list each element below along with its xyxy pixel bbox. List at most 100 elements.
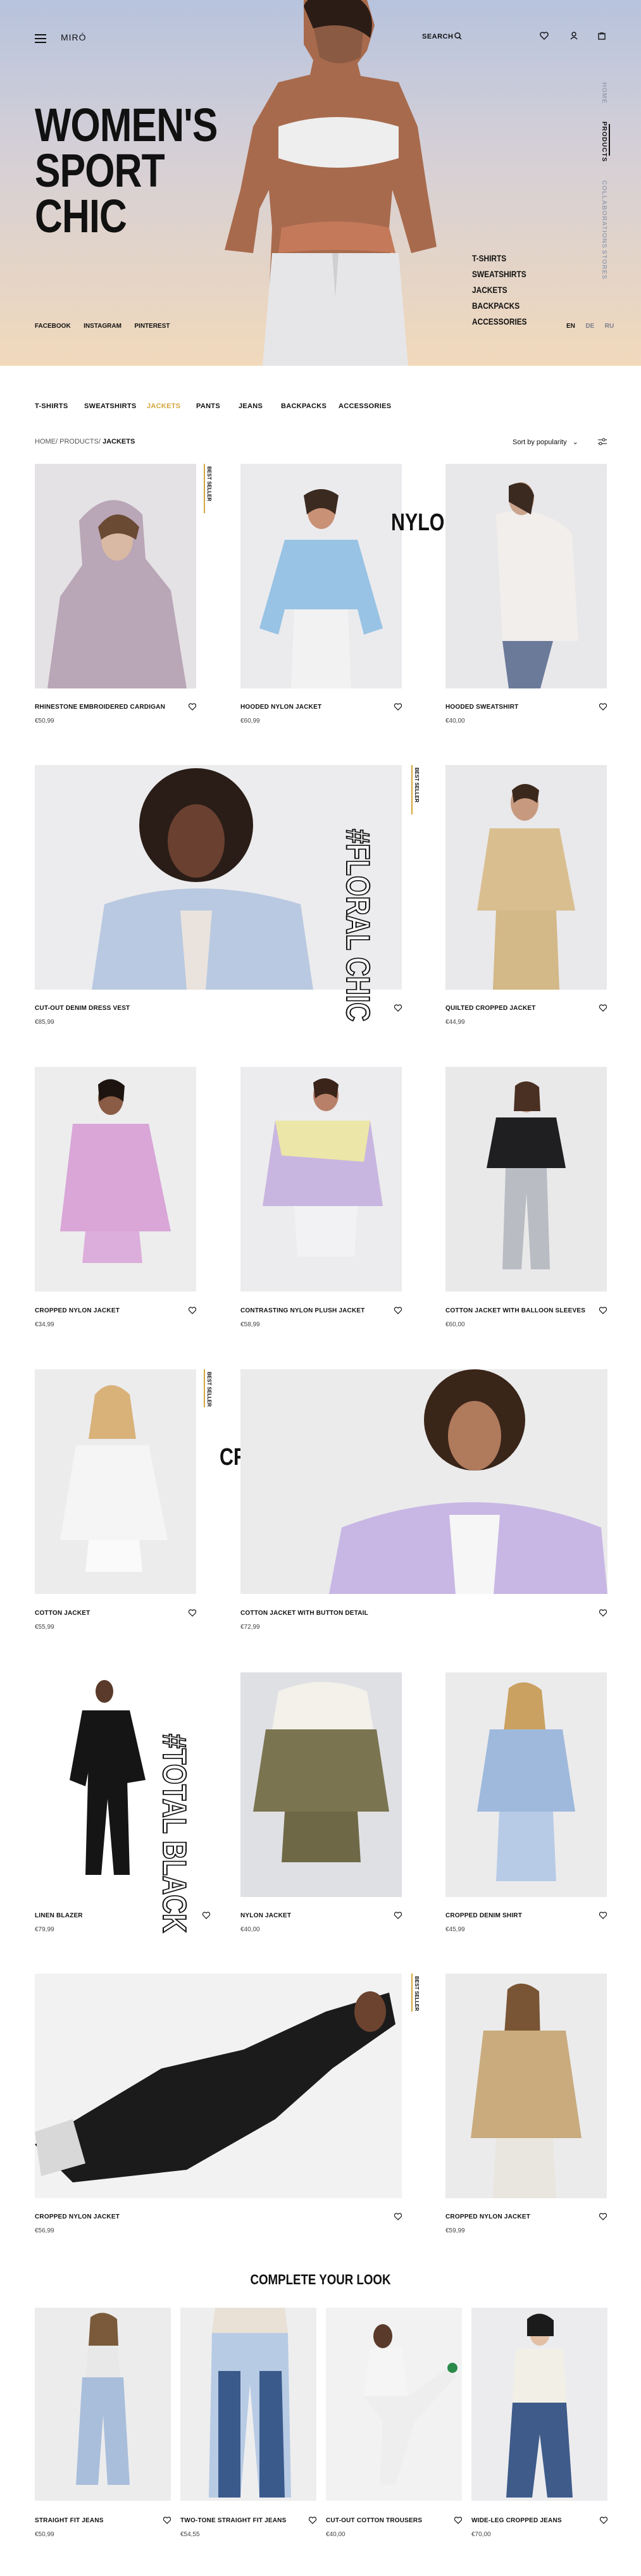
menu-icon[interactable] <box>35 34 46 46</box>
instagram-link[interactable]: INSTAGRAM <box>84 323 121 330</box>
product-name[interactable]: RHINESTONE EMBROIDERED CARDIGAN <box>35 704 165 711</box>
product-price: €50,99 <box>35 2531 54 2538</box>
side-nav-collaborations[interactable]: COLLABORATIONS <box>601 180 607 249</box>
tab-accessories[interactable]: ACCESSORIES <box>339 402 391 410</box>
hero-category-backpacks[interactable]: BACKPACKS <box>472 298 527 314</box>
product-image[interactable] <box>35 1067 196 1291</box>
product-price: €60,99 <box>240 718 260 725</box>
tab-jackets[interactable]: JACKETS <box>147 402 180 410</box>
product-name[interactable]: CROPPED NYLON JACKET <box>445 2213 530 2220</box>
product-image[interactable] <box>240 464 402 688</box>
wishlist-heart-icon[interactable] <box>599 2213 607 2220</box>
product-image[interactable] <box>445 1974 607 2198</box>
product-name[interactable]: HOODED SWEATSHIRT <box>445 704 518 711</box>
product-price: €60,00 <box>445 1321 465 1328</box>
product-name[interactable]: LINEN BLAZER <box>35 1912 83 1919</box>
promo-word-floral-chic: #FLORAL CHIC <box>339 828 377 1022</box>
best-seller-badge: BEST SELLER <box>204 464 213 513</box>
product-name[interactable]: NYLON JACKET <box>240 1912 291 1919</box>
product-image[interactable] <box>35 1369 196 1594</box>
wishlist-heart-icon[interactable] <box>454 2517 462 2524</box>
wishlist-heart-icon[interactable] <box>599 703 607 711</box>
complete-look-image[interactable] <box>471 2308 607 2501</box>
product-name[interactable]: HOODED NYLON JACKET <box>240 704 321 711</box>
product-name[interactable]: CROPPED NYLON JACKET <box>35 1307 120 1314</box>
tab-sweatshirts[interactable]: SWEATSHIRTS <box>84 402 137 410</box>
tab-tshirts[interactable]: T-SHIRTS <box>35 402 68 410</box>
search-label[interactable]: SEARCH <box>422 33 453 40</box>
product-name[interactable]: CROPPED DENIM SHIRT <box>445 1912 522 1919</box>
user-icon[interactable] <box>570 32 578 40</box>
hero-title-line: CHIC <box>35 190 127 242</box>
product-name[interactable]: WIDE-LEG CROPPED JEANS <box>471 2517 562 2524</box>
product-image[interactable] <box>445 765 607 990</box>
wishlist-heart-icon[interactable] <box>189 1307 196 1314</box>
facebook-link[interactable]: FACEBOOK <box>35 323 71 330</box>
hero-category-tshirts[interactable]: T-SHIRTS <box>472 251 527 266</box>
complete-look-image[interactable] <box>180 2308 316 2501</box>
wishlist-heart-icon[interactable] <box>394 1307 402 1314</box>
product-image[interactable] <box>240 1672 402 1897</box>
product-name[interactable]: CONTRASTING NYLON PLUSH JACKET <box>240 1307 365 1314</box>
product-name[interactable]: COTTON JACKET WITH BALLOON SLEEVES <box>445 1307 585 1314</box>
hero-category-sweatshirts[interactable]: SWEATSHIRTS <box>472 266 527 282</box>
side-nav-products[interactable]: PRODUCTS <box>601 121 607 162</box>
promo-word-total-black: #TOTAL BLACK <box>155 1733 193 1933</box>
lang-en[interactable]: EN <box>566 323 575 330</box>
product-name[interactable]: STRAIGHT FIT JEANS <box>35 2517 104 2524</box>
wishlist-heart-icon[interactable] <box>394 703 402 711</box>
product-name[interactable]: COTTON JACKET <box>35 1610 90 1617</box>
lang-ru[interactable]: RU <box>605 323 614 330</box>
filter-icon[interactable] <box>598 438 607 445</box>
breadcrumb-current: JACKETS <box>102 438 135 445</box>
product-name[interactable]: CROPPED NYLON JACKET <box>35 2213 120 2220</box>
product-price: €44,99 <box>445 1019 465 1026</box>
product-image[interactable] <box>445 1067 607 1291</box>
wishlist-heart-icon[interactable] <box>599 1004 607 1012</box>
wishlist-heart-icon[interactable] <box>189 1609 196 1617</box>
hero-category-jackets[interactable]: JACKETS <box>472 282 527 298</box>
hero-title-line: WOMEN'S <box>35 99 218 151</box>
wishlist-heart-icon[interactable] <box>189 703 196 711</box>
wishlist-heart-icon[interactable] <box>394 2213 402 2220</box>
product-image[interactable] <box>35 1974 402 2198</box>
wishlist-heart-icon[interactable] <box>394 1912 402 1919</box>
product-name[interactable]: CUT-OUT DENIM DRESS VEST <box>35 1005 130 1012</box>
product-name[interactable]: CUT-OUT COTTON TROUSERS <box>326 2517 422 2524</box>
hero-category-accessories[interactable]: ACCESSORIES <box>472 314 527 330</box>
breadcrumb-root[interactable]: HOME/ PRODUCTS/ <box>35 438 101 445</box>
complete-look-image[interactable] <box>326 2308 462 2501</box>
product-price: €85,99 <box>35 1019 54 1026</box>
sort-dropdown[interactable]: Sort by popularity ⌄ <box>513 438 578 446</box>
lang-de[interactable]: DE <box>585 323 594 330</box>
product-image[interactable] <box>240 1067 402 1291</box>
wishlist-heart-icon[interactable] <box>202 1912 210 1919</box>
wishlist-heart-icon[interactable] <box>309 2517 316 2524</box>
tab-backpacks[interactable]: BACKPACKS <box>281 402 327 410</box>
side-nav-stores[interactable]: STORES <box>601 250 607 280</box>
product-image[interactable] <box>35 464 196 688</box>
tab-pants[interactable]: PANTS <box>196 402 220 410</box>
product-image[interactable] <box>240 1369 607 1594</box>
bag-icon[interactable] <box>598 32 606 40</box>
product-name[interactable]: COTTON JACKET WITH BUTTON DETAIL <box>240 1610 368 1617</box>
side-nav-home[interactable]: HOME <box>601 82 607 104</box>
heart-icon[interactable] <box>540 32 549 40</box>
product-price: €59,99 <box>445 2227 465 2234</box>
wishlist-heart-icon[interactable] <box>163 2517 171 2524</box>
tab-jeans[interactable]: JEANS <box>239 402 263 410</box>
product-image[interactable] <box>445 464 607 688</box>
complete-look-image[interactable] <box>35 2308 171 2501</box>
search-icon[interactable] <box>454 32 462 40</box>
wishlist-heart-icon[interactable] <box>599 1609 607 1617</box>
product-price: €55,99 <box>35 1624 54 1631</box>
wishlist-heart-icon[interactable] <box>599 1307 607 1314</box>
wishlist-heart-icon[interactable] <box>394 1004 402 1012</box>
product-name[interactable]: TWO-TONE STRAIGHT FIT JEANS <box>180 2517 286 2524</box>
product-image[interactable] <box>445 1672 607 1897</box>
pinterest-link[interactable]: PINTEREST <box>134 323 170 330</box>
wishlist-heart-icon[interactable] <box>600 2517 607 2524</box>
logo[interactable]: MIRÓ <box>61 32 87 42</box>
product-name[interactable]: QUILTED CROPPED JACKET <box>445 1005 536 1012</box>
wishlist-heart-icon[interactable] <box>599 1912 607 1919</box>
